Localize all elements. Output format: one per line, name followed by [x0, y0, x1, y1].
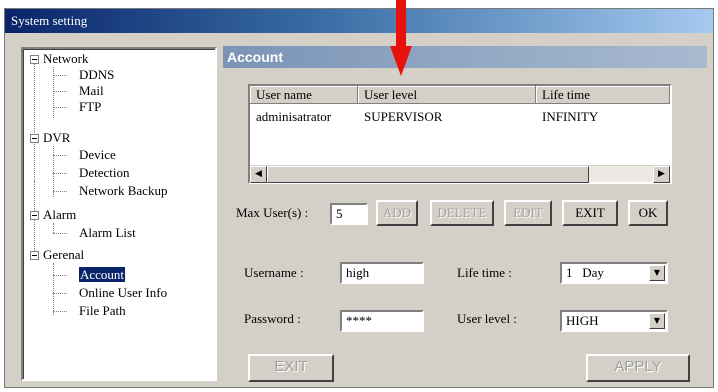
- ok-button[interactable]: OK: [628, 200, 668, 226]
- cell-user-name: adminisatrator: [256, 109, 332, 124]
- password-input[interactable]: ****: [340, 310, 424, 332]
- tree-item-ftp[interactable]: FTP: [79, 99, 101, 115]
- window-title: System setting: [11, 13, 88, 28]
- exit-top-button[interactable]: EXIT: [562, 200, 618, 226]
- tree-connector: [53, 107, 67, 108]
- cell-life-time: INFINITY: [542, 109, 599, 124]
- password-label: Password :: [244, 311, 301, 326]
- exit-bottom-button[interactable]: EXIT: [248, 354, 334, 382]
- tree-connector: [53, 263, 54, 315]
- column-header-user-name[interactable]: User name: [250, 86, 358, 104]
- panel-title: Account: [223, 46, 707, 68]
- user-list-header: User name User level Life time: [250, 86, 670, 104]
- tree-item-general[interactable]: Gerenal: [43, 247, 84, 263]
- username-label: Username :: [244, 265, 304, 280]
- horizontal-scrollbar[interactable]: ◀ ▶: [250, 165, 670, 183]
- tree-connector: [53, 293, 67, 294]
- column-header-life-time[interactable]: Life time: [536, 86, 670, 104]
- cell-user-level: SUPERVISOR: [364, 109, 443, 124]
- apply-button[interactable]: APPLY: [586, 354, 690, 382]
- tree-item-online-user-info[interactable]: Online User Info: [79, 285, 167, 301]
- username-input[interactable]: high: [340, 262, 424, 284]
- tree-connector: [53, 146, 54, 197]
- scroll-thumb[interactable]: [267, 166, 589, 183]
- tree-connector: [53, 275, 67, 276]
- user-list[interactable]: User name User level Life time adminisat…: [248, 84, 672, 184]
- collapse-alarm-icon[interactable]: [30, 211, 39, 220]
- tree-item-detection[interactable]: Detection: [79, 165, 130, 181]
- tree-item-ddns[interactable]: DDNS: [79, 67, 114, 83]
- lifetime-select[interactable]: 1 Day ▼: [560, 262, 668, 284]
- userlevel-select-value: HIGH: [566, 313, 599, 328]
- window-titlebar[interactable]: System setting: [5, 9, 713, 33]
- tree-connector: [53, 191, 67, 192]
- red-arrow-icon: [390, 0, 412, 76]
- tree-item-account-selected: Account: [79, 267, 126, 282]
- arrow-shaft: [396, 0, 406, 48]
- tree-item-device[interactable]: Device: [79, 147, 116, 163]
- tree-connector: [53, 91, 67, 92]
- tree-item-alarm[interactable]: Alarm: [43, 207, 76, 223]
- arrow-head: [390, 46, 412, 76]
- collapse-general-icon[interactable]: [30, 251, 39, 260]
- chevron-down-icon[interactable]: ▼: [649, 265, 665, 281]
- scroll-right-icon[interactable]: ▶: [653, 166, 670, 183]
- column-header-user-level[interactable]: User level: [358, 86, 536, 104]
- tree-connector: [53, 155, 67, 156]
- tree-item-network[interactable]: Network: [43, 51, 89, 67]
- tree-connector: [53, 233, 67, 234]
- max-users-input[interactable]: 5: [330, 203, 368, 225]
- max-users-label: Max User(s) :: [236, 205, 309, 220]
- collapse-dvr-icon[interactable]: [30, 134, 39, 143]
- tree-connector: [53, 223, 54, 233]
- chevron-down-icon[interactable]: ▼: [649, 313, 665, 329]
- tree-item-network-backup[interactable]: Network Backup: [79, 183, 167, 199]
- collapse-network-icon[interactable]: [30, 55, 39, 64]
- tree-item-account[interactable]: Account: [79, 267, 126, 283]
- tree-connector: [53, 75, 67, 76]
- userlevel-select[interactable]: HIGH ▼: [560, 310, 668, 332]
- tree-connector: [34, 63, 35, 181]
- delete-button[interactable]: DELETE: [430, 200, 494, 226]
- tree-item-file-path[interactable]: File Path: [79, 303, 126, 319]
- lifetime-select-value: 1 Day: [566, 265, 604, 280]
- lifetime-label: Life time :: [457, 265, 512, 280]
- tree-item-alarm-list[interactable]: Alarm List: [79, 225, 136, 241]
- settings-tree[interactable]: Network DDNS Mail FTP DVR Device Detecti…: [21, 47, 217, 381]
- add-button[interactable]: ADD: [376, 200, 418, 226]
- tree-connector: [53, 173, 67, 174]
- tree-item-mail[interactable]: Mail: [79, 83, 104, 99]
- userlevel-label: User level :: [457, 311, 517, 326]
- edit-button[interactable]: EDIT: [504, 200, 552, 226]
- scroll-left-icon[interactable]: ◀: [250, 166, 267, 183]
- tree-item-dvr[interactable]: DVR: [43, 130, 70, 146]
- tree-connector: [53, 311, 67, 312]
